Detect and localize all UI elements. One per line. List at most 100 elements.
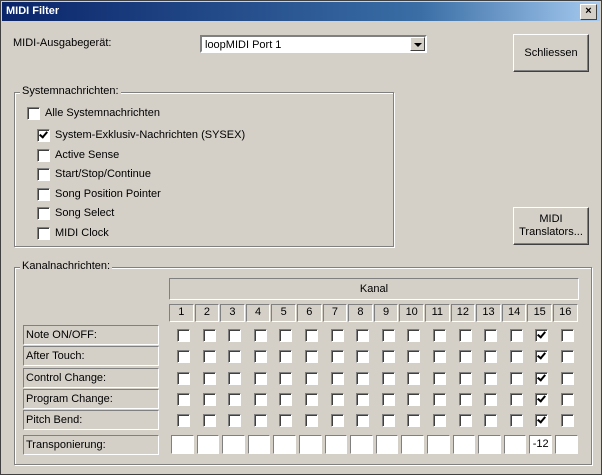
channel-checkbox-r4-c6[interactable] <box>305 414 318 428</box>
channel-checkbox-r3-c9[interactable] <box>381 392 395 406</box>
channel-checkbox-r4-c4[interactable] <box>253 414 267 428</box>
transpose-input-8[interactable] <box>350 435 373 454</box>
channel-checkbox-r3-c6[interactable] <box>305 392 318 406</box>
channel-checkbox-r2-c5[interactable] <box>279 371 293 385</box>
channel-checkbox-r0-c5[interactable] <box>279 329 293 342</box>
channel-checkbox-r0-c7[interactable] <box>330 329 344 342</box>
channel-checkbox-r3-c8[interactable] <box>356 392 370 406</box>
transpose-input-15[interactable]: -12 <box>529 435 552 454</box>
channel-checkbox-r4-c10[interactable] <box>407 414 421 428</box>
transpose-input-11[interactable] <box>427 435 450 454</box>
channel-checkbox-r1-c7[interactable] <box>330 350 344 364</box>
all-system-messages-checkbox[interactable] <box>27 107 40 120</box>
channel-checkbox-r3-c10[interactable] <box>407 392 421 406</box>
channel-checkbox-r0-c9[interactable] <box>381 329 395 342</box>
transpose-input-7[interactable] <box>324 435 348 454</box>
channel-checkbox-r1-c14[interactable] <box>509 350 523 364</box>
channel-checkbox-r0-c1[interactable] <box>177 329 190 342</box>
title-bar[interactable]: MIDI Filter × <box>2 2 600 21</box>
channel-checkbox-r3-c12[interactable] <box>458 392 472 406</box>
system-item-0-label[interactable]: System-Exklusiv-Nachrichten (SYSEX) <box>55 129 245 141</box>
channel-checkbox-r4-c1[interactable] <box>177 414 190 428</box>
system-item-3-label[interactable]: Song Position Pointer <box>55 188 161 200</box>
channel-checkbox-r4-c3[interactable] <box>228 414 242 428</box>
channel-checkbox-r0-c12[interactable] <box>458 329 472 342</box>
channel-checkbox-r4-c5[interactable] <box>279 414 293 428</box>
system-item-1-label[interactable]: Active Sense <box>55 149 119 161</box>
channel-checkbox-r4-c7[interactable] <box>330 414 344 428</box>
transpose-input-6[interactable] <box>299 435 322 454</box>
channel-checkbox-r2-c13[interactable] <box>484 371 498 385</box>
channel-checkbox-r1-c10[interactable] <box>407 350 421 364</box>
channel-checkbox-r1-c12[interactable] <box>458 350 472 364</box>
system-item-5-label[interactable]: MIDI Clock <box>55 227 109 239</box>
channel-checkbox-r1-c8[interactable] <box>356 350 370 364</box>
channel-checkbox-r2-c12[interactable] <box>458 371 472 385</box>
channel-checkbox-r1-c15[interactable] <box>535 350 549 364</box>
channel-checkbox-r3-c13[interactable] <box>484 392 498 406</box>
channel-checkbox-r1-c9[interactable] <box>381 350 395 364</box>
channel-checkbox-r0-c16[interactable] <box>561 329 574 342</box>
close-button[interactable]: Schliessen <box>513 34 589 72</box>
transpose-input-5[interactable] <box>273 435 296 454</box>
system-item-0-checkbox[interactable] <box>37 129 50 142</box>
channel-checkbox-r1-c6[interactable] <box>305 350 318 364</box>
channel-checkbox-r1-c11[interactable] <box>433 350 446 364</box>
channel-checkbox-r3-c16[interactable] <box>561 392 574 406</box>
channel-checkbox-r1-c1[interactable] <box>177 350 190 364</box>
channel-checkbox-r4-c16[interactable] <box>561 414 574 428</box>
transpose-input-16[interactable] <box>555 435 578 454</box>
channel-checkbox-r2-c16[interactable] <box>561 371 574 385</box>
channel-checkbox-r3-c7[interactable] <box>330 392 344 406</box>
transpose-input-14[interactable] <box>503 435 527 454</box>
transpose-input-12[interactable] <box>452 435 476 454</box>
system-item-5-checkbox[interactable] <box>37 227 50 240</box>
channel-checkbox-r3-c15[interactable] <box>535 392 549 406</box>
channel-checkbox-r2-c15[interactable] <box>535 371 549 385</box>
chevron-down-icon[interactable] <box>410 37 425 51</box>
midi-translators-button[interactable]: MIDI Translators... <box>513 207 589 245</box>
channel-checkbox-r2-c1[interactable] <box>177 371 190 385</box>
transpose-input-1[interactable] <box>171 435 194 454</box>
channel-checkbox-r0-c6[interactable] <box>305 329 318 342</box>
channel-checkbox-r1-c2[interactable] <box>202 350 216 364</box>
channel-checkbox-r2-c6[interactable] <box>305 371 318 385</box>
system-item-4-checkbox[interactable] <box>37 207 50 221</box>
channel-checkbox-r1-c3[interactable] <box>228 350 242 364</box>
channel-checkbox-r3-c3[interactable] <box>228 392 242 406</box>
close-window-button[interactable]: × <box>580 4 597 20</box>
channel-checkbox-r2-c3[interactable] <box>228 371 242 385</box>
system-item-4-label[interactable]: Song Select <box>55 207 114 219</box>
channel-checkbox-r4-c8[interactable] <box>356 414 370 428</box>
channel-checkbox-r0-c11[interactable] <box>433 329 446 342</box>
channel-checkbox-r2-c10[interactable] <box>407 371 421 385</box>
channel-checkbox-r0-c2[interactable] <box>202 329 216 342</box>
transpose-input-9[interactable] <box>375 435 399 454</box>
transpose-input-10[interactable] <box>401 435 424 454</box>
channel-checkbox-r1-c5[interactable] <box>279 350 293 364</box>
channel-checkbox-r3-c11[interactable] <box>433 392 446 406</box>
channel-checkbox-r4-c14[interactable] <box>509 414 523 428</box>
channel-checkbox-r4-c12[interactable] <box>458 414 472 428</box>
channel-checkbox-r2-c4[interactable] <box>253 371 267 385</box>
channel-checkbox-r0-c3[interactable] <box>228 329 242 342</box>
transpose-input-4[interactable] <box>247 435 271 454</box>
channel-checkbox-r2-c7[interactable] <box>330 371 344 385</box>
channel-checkbox-r0-c13[interactable] <box>484 329 498 342</box>
channel-checkbox-r4-c9[interactable] <box>381 414 395 428</box>
channel-checkbox-r3-c14[interactable] <box>509 392 523 406</box>
channel-checkbox-r4-c11[interactable] <box>433 414 446 428</box>
channel-checkbox-r1-c16[interactable] <box>561 350 574 364</box>
channel-checkbox-r1-c13[interactable] <box>484 350 498 364</box>
transpose-input-2[interactable] <box>196 435 220 454</box>
channel-checkbox-r3-c2[interactable] <box>202 392 216 406</box>
channel-checkbox-r2-c9[interactable] <box>381 371 395 385</box>
channel-checkbox-r1-c4[interactable] <box>253 350 267 364</box>
channel-checkbox-r3-c1[interactable] <box>177 392 190 406</box>
channel-checkbox-r3-c5[interactable] <box>279 392 293 406</box>
system-item-2-checkbox[interactable] <box>37 168 50 182</box>
channel-checkbox-r4-c15[interactable] <box>535 414 549 428</box>
channel-checkbox-r2-c11[interactable] <box>433 371 446 385</box>
channel-checkbox-r0-c10[interactable] <box>407 329 421 342</box>
channel-checkbox-r4-c13[interactable] <box>484 414 498 428</box>
